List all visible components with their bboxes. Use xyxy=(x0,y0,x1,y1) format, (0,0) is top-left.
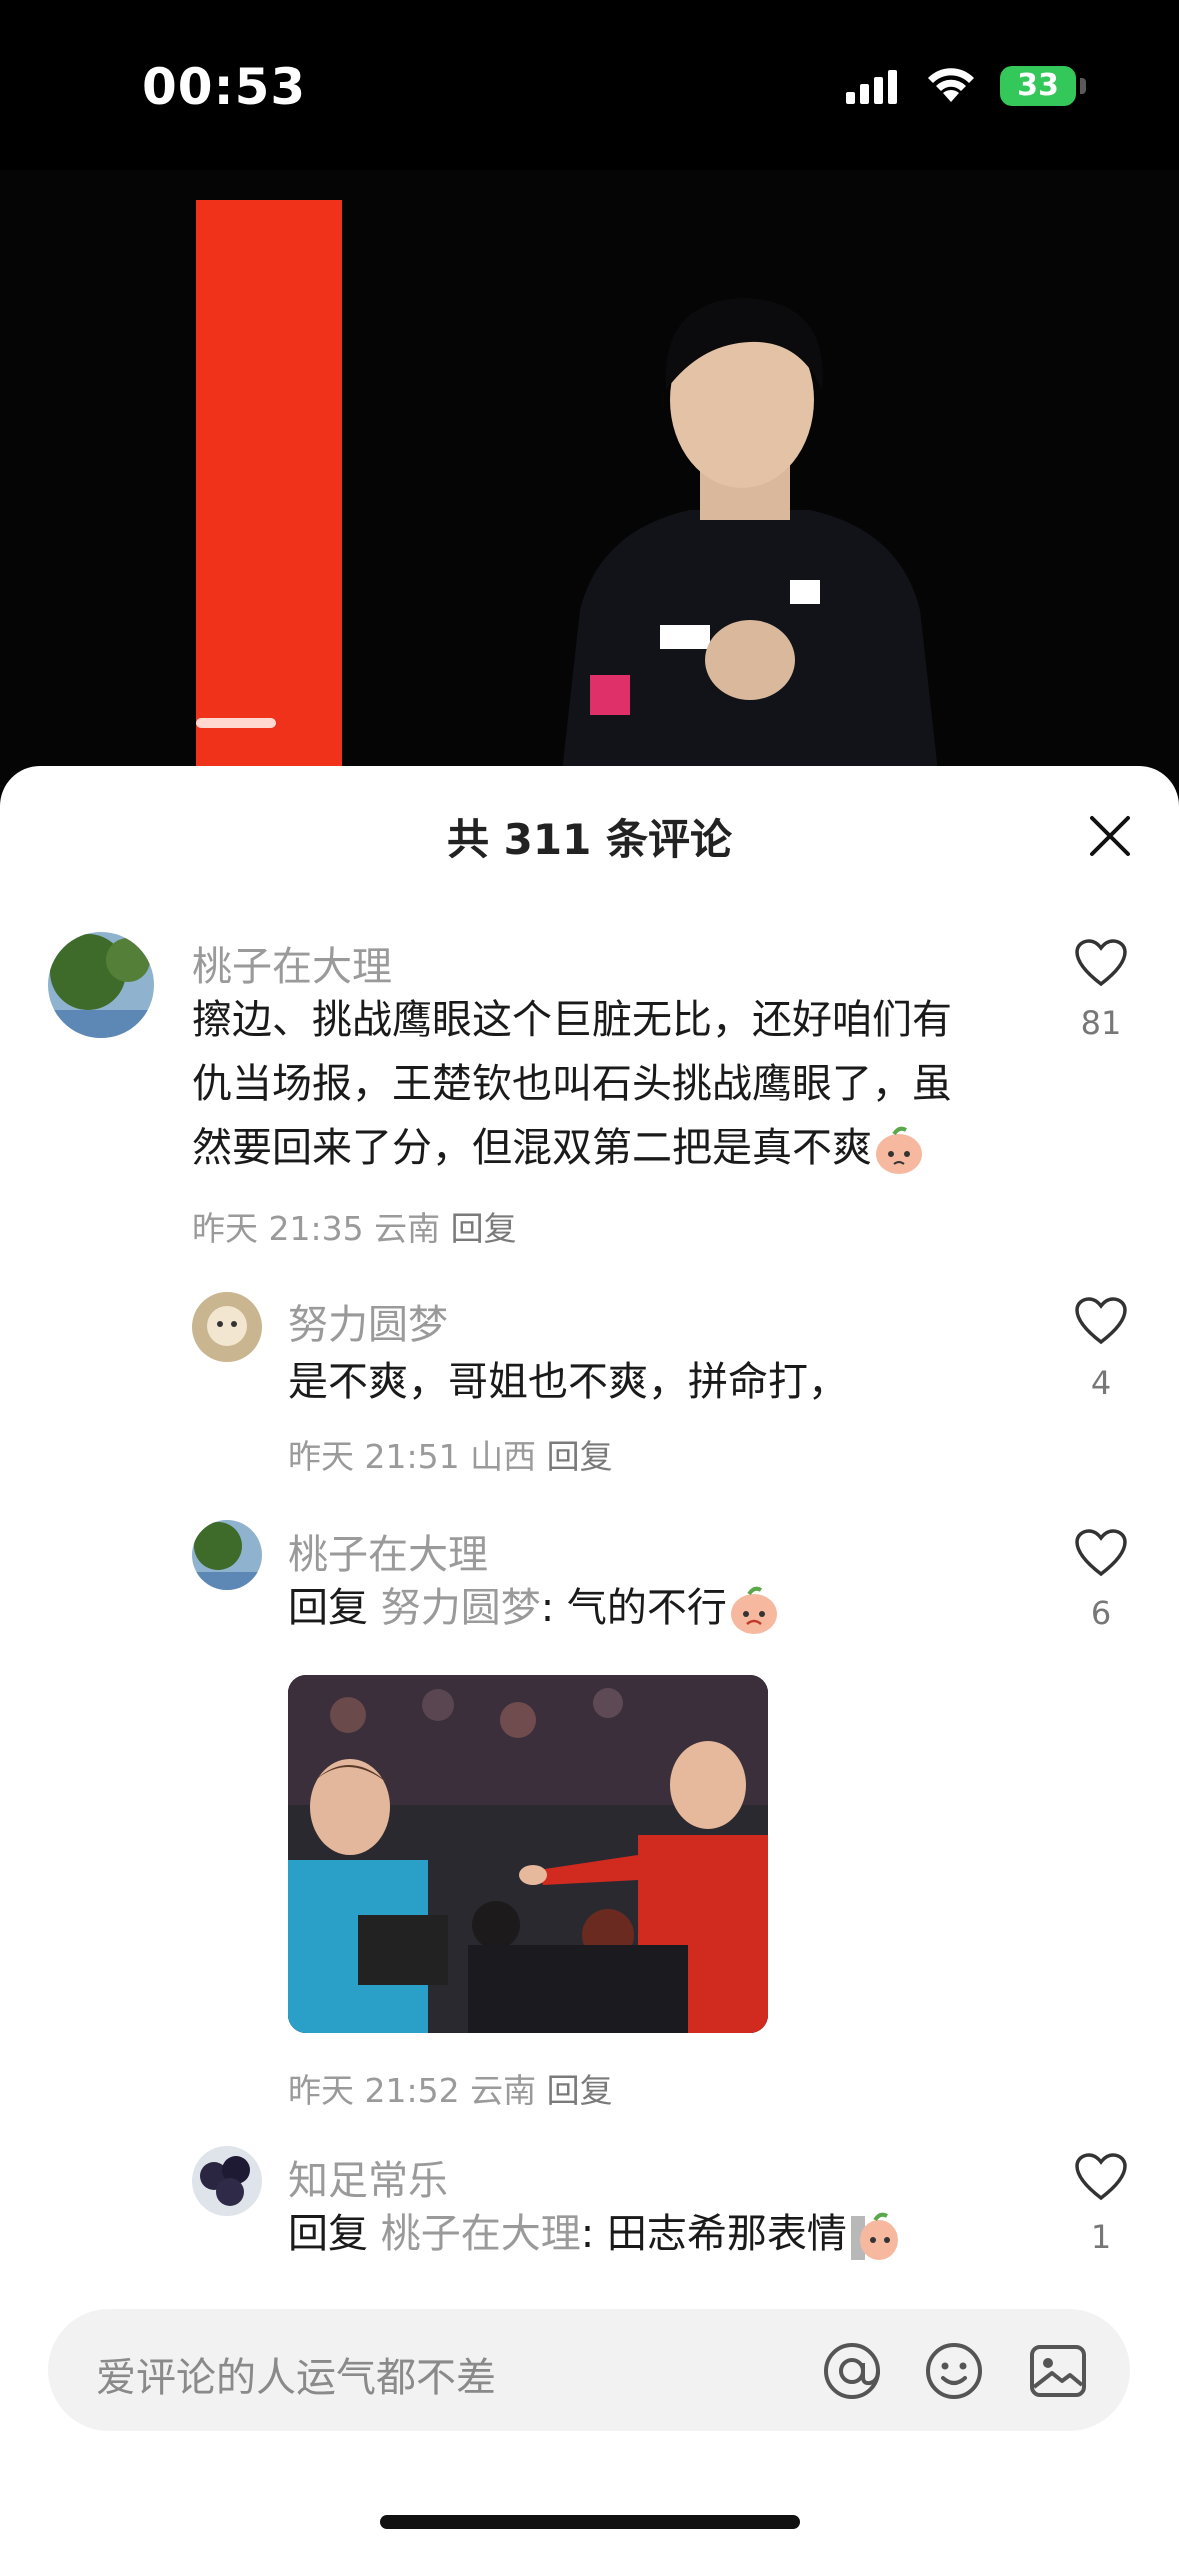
reply-to-user[interactable]: 桃子在大理 xyxy=(381,2211,581,2257)
status-bar: 00:53 33 xyxy=(0,0,1179,170)
like-count: 4 xyxy=(1090,1364,1112,1402)
battery-level: 33 xyxy=(1017,68,1059,103)
reply-text[interactable]: 回复 桃子在大理: 田志希那表情 xyxy=(288,2202,901,2266)
like-count: 6 xyxy=(1090,1594,1112,1632)
red-banner-stripe xyxy=(196,718,276,728)
reply-username[interactable]: 努力圆梦 xyxy=(288,1292,448,1350)
like-heart-icon[interactable] xyxy=(1074,1296,1128,1346)
reply-time: 昨天 21:52 xyxy=(288,2071,460,2110)
avatar[interactable] xyxy=(192,2146,262,2216)
battery-icon: 33 xyxy=(1000,66,1076,106)
like-heart-icon[interactable] xyxy=(1074,2152,1128,2202)
comments-count-title: 共 311 条评论 xyxy=(447,815,732,864)
reply-attached-image[interactable] xyxy=(288,1675,768,2033)
table-tennis-scene-image xyxy=(288,1675,768,2033)
avatar[interactable] xyxy=(48,932,154,1038)
image-icon[interactable] xyxy=(1026,2339,1090,2403)
comment-input[interactable]: 爱评论的人运气都不差 xyxy=(48,2309,1130,2431)
reply-username[interactable]: 桃子在大理 xyxy=(288,1522,488,1580)
reply-button[interactable]: 回复 xyxy=(547,1437,613,1476)
comment-meta: 昨天 21:35 云南 回复 xyxy=(192,1202,517,1250)
comment-input-placeholder: 爱评论的人运气都不差 xyxy=(96,2355,496,2401)
close-icon[interactable] xyxy=(1088,814,1132,858)
avatar[interactable] xyxy=(192,1292,262,1362)
battery-cap xyxy=(1080,78,1086,94)
like-count: 1 xyxy=(1090,2218,1112,2256)
video-player[interactable] xyxy=(0,170,1179,790)
at-icon[interactable] xyxy=(820,2339,884,2403)
home-indicator xyxy=(380,2515,800,2529)
status-time: 00:53 xyxy=(142,58,307,116)
reply-location: 云南 xyxy=(470,2071,537,2110)
red-banner xyxy=(196,200,342,790)
like-heart-icon[interactable] xyxy=(1074,938,1128,988)
avatar-image xyxy=(192,2146,262,2216)
peach-emoji-icon xyxy=(730,1586,777,1634)
reply-button[interactable]: 回复 xyxy=(547,2071,613,2110)
reply-to-user[interactable]: 努力圆梦 xyxy=(381,1585,541,1631)
comment-text-line: 擦边、挑战鹰眼这个巨脏无比，还好咱们有 xyxy=(192,997,952,1043)
comment-username[interactable]: 桃子在大理 xyxy=(192,934,392,992)
reply-prefix: 回复 xyxy=(288,1585,368,1631)
peach-emoji-icon xyxy=(876,1126,922,1174)
avatar[interactable] xyxy=(192,1520,262,1590)
avatar-image xyxy=(48,932,154,1038)
reply-body: : 气的不行 xyxy=(540,1585,727,1631)
like-heart-icon[interactable] xyxy=(1074,1528,1128,1578)
reply-time: 昨天 21:51 xyxy=(288,1437,460,1476)
video-frame-person xyxy=(560,298,940,790)
comment-text-line: 仇当场报，王楚钦也叫石头挑战鹰眼了，虽 xyxy=(192,1061,952,1107)
emoji-icon[interactable] xyxy=(922,2339,986,2403)
reply-meta: 昨天 21:52 云南 回复 xyxy=(288,2064,613,2112)
avatar-image xyxy=(192,1292,262,1362)
reply-text[interactable]: 回复 努力圆梦: 气的不行 xyxy=(288,1576,781,1640)
reply-username[interactable]: 知足常乐 xyxy=(288,2148,448,2206)
comment-text[interactable]: 擦边、挑战鹰眼这个巨脏无比，还好咱们有 仇当场报，王楚钦也叫石头挑战鹰眼了，虽 … xyxy=(192,988,1032,1180)
reply-location: 山西 xyxy=(470,1437,537,1476)
avatar-image xyxy=(192,1520,262,1590)
comment-text-line: 然要回来了分，但混双第二把是真不爽 xyxy=(192,1116,1032,1180)
cellular-signal-icon xyxy=(846,70,897,104)
reply-prefix: 回复 xyxy=(288,2211,368,2257)
comment-time: 昨天 21:35 xyxy=(192,1209,364,1248)
comment-text-line-end: 然要回来了分，但混双第二把是真不爽 xyxy=(192,1125,872,1171)
comment-location: 云南 xyxy=(374,1209,441,1248)
reply-meta: 昨天 21:51 山西 回复 xyxy=(288,1430,613,1478)
like-count: 81 xyxy=(1080,1004,1122,1042)
reply-button[interactable]: 回复 xyxy=(451,1209,517,1248)
peach-peek-emoji-icon xyxy=(850,2212,898,2260)
reply-text[interactable]: 是不爽，哥姐也不爽，拼命打， xyxy=(288,1350,848,1414)
wifi-icon xyxy=(928,68,974,102)
comments-sheet: 共 311 条评论 桃子在大理 擦边、挑战鹰眼这个巨脏无比，还好咱们有 仇当场报… xyxy=(0,766,1179,2556)
reply-body: : 田志希那表情 xyxy=(580,2211,847,2257)
